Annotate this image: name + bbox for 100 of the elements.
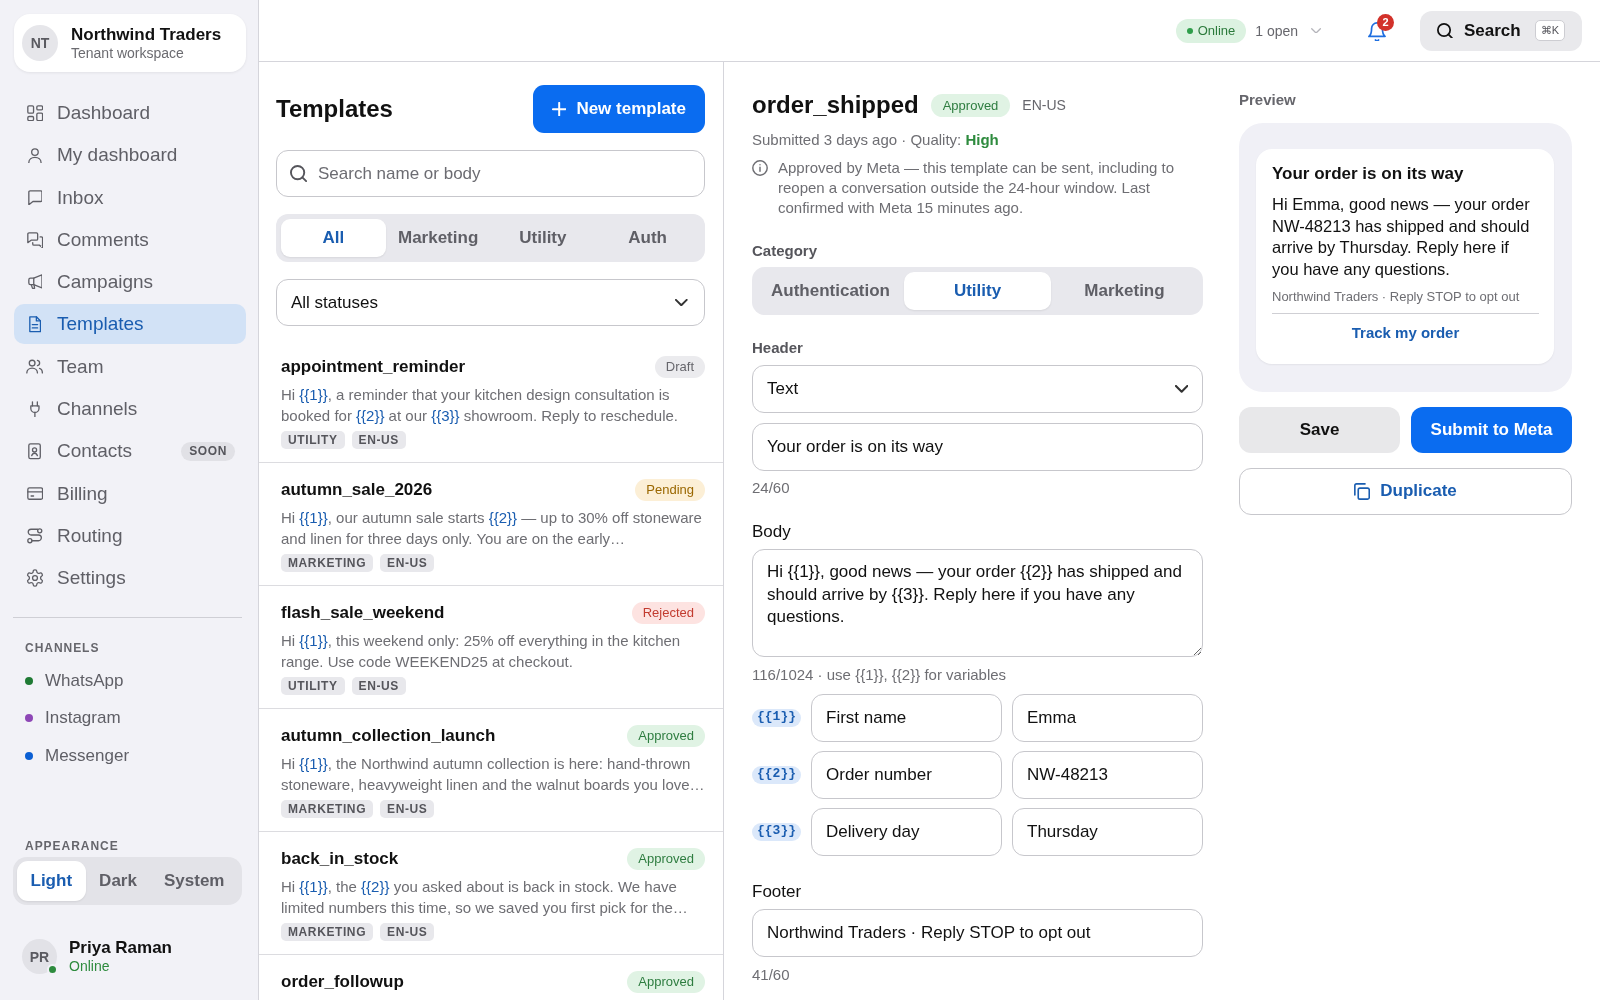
variable-name-input[interactable]: Delivery day [811,808,1002,856]
filter-tab[interactable]: All [281,219,386,257]
status-badge: Approved [930,93,1011,117]
field-label: Body [752,521,792,543]
info-icon [752,160,768,176]
character-count: 24/60 [752,478,791,498]
nav-item[interactable]: Contacts SOON [14,431,246,472]
template-search-field[interactable]: Search name or body [276,150,705,197]
header-text-input[interactable]: Your order is on its way [752,423,1203,471]
nav-item[interactable]: Team [14,346,246,387]
variable-name-input[interactable]: First name [811,694,1002,742]
template-body-text: Hi {{1}}, our autumn sale starts {{2}} — up to 30% off stoneware and linen for three days only. You are on the early… [281,508,703,549]
workspace-subtitle: Tenant workspace [71,44,185,62]
template-name: autumn_sale_2026 [281,480,433,500]
nav-item[interactable]: Settings [14,558,246,599]
channel-item[interactable]: Instagram [14,699,246,737]
nav-item[interactable]: Routing [14,515,246,556]
template-list-item[interactable]: flash_sale_weekend Rejected Hi {{1}}, this weekend only: 25% off everything in the kitchen range. Use code WEEKEND25 at checkout. UTILITY EN-US [259,586,723,709]
message-body: Hi Emma, good news — your order NW-48213 has shipped and should arrive by Thursday. Reply here if you have any questions. [1272,194,1531,281]
channel-item[interactable]: WhatsApp [14,661,246,700]
template-tag: UTILITY [281,431,345,449]
section-heading: APPEARANCE [24,838,120,854]
variable-sample-input[interactable]: NW-48213 [1012,751,1203,799]
workspace-avatar: NT [22,25,58,61]
template-list-item[interactable]: autumn_sale_2026 Pending Hi {{1}}, our autumn sale starts {{2}} — up to 30% off stoneware and linen for three days only. You are on the early… MARKETING EN-US [259,463,723,586]
template-body-text: Hi {{1}}, a reminder that your kitchen design consultation is booked for {{2}} at our {{3}} showroom. Reply to reschedule. [281,385,679,426]
template-tag: EN-US [351,677,406,695]
chevron-down-icon [1174,385,1188,393]
template-list-item[interactable]: order_followup Approved [259,955,723,1000]
category-option[interactable]: Marketing [1051,272,1198,310]
grid-icon [26,104,44,122]
category-option[interactable]: Utility [904,272,1051,310]
variable-sample-input[interactable]: Emma [1012,694,1203,742]
character-count: 41/60 [752,965,791,985]
theme-option[interactable]: Dark [85,861,151,901]
nav-item[interactable]: Dashboard [14,93,246,133]
message-footer: Northwind Traders · Reply STOP to opt out [1272,287,1539,306]
variable-token: {{1}} [752,709,801,727]
credit-card-icon [26,487,44,501]
nav-item[interactable]: My dashboard [14,135,246,176]
status-badge: Approved [627,725,705,747]
document-icon [28,316,42,333]
theme-option[interactable]: Light [17,861,86,901]
user-avatar: PR [22,939,57,974]
status-badge: Approved [627,971,705,993]
filter-tab[interactable]: Marketing [385,219,491,257]
chevron-down-icon [675,298,688,307]
template-tag: MARKETING [281,554,374,572]
template-tag: EN-US [380,800,435,818]
locale-label: EN-US [1022,97,1066,113]
variable-token: {{3}} [752,823,801,841]
body-hint-text: 116/1024 · use {{1}}, {{2}} for variables [752,665,1008,685]
channel-item[interactable]: Messenger [14,736,246,775]
template-name: appointment_reminder [281,357,466,377]
nav-item[interactable]: Campaigns [14,262,246,303]
nav-item[interactable]: Inbox [14,177,246,218]
template-name: back_in_stock [281,849,399,869]
new-template-button[interactable]: New template [533,85,705,133]
template-list-item[interactable]: back_in_stock Approved Hi {{1}}, the {{2}} you asked about is back in stock. We have limited numbers this time, so we saved you first pick for the… MARKETING EN-US [259,832,723,955]
header-type-select[interactable]: Text [752,365,1203,413]
template-body-text: Hi {{1}}, the Northwind autumn collection is here: hand-thrown stoneware, heavyweight linen and the walnut boards you love… [281,754,705,795]
variable-name-input[interactable]: Order number [811,751,1002,799]
notifications-button[interactable]: 2 [1368,14,1395,41]
nav-item[interactable]: Billing [14,473,246,514]
field-label: Header [752,338,804,358]
template-list-item[interactable]: appointment_reminder Draft Hi {{1}}, a reminder that your kitchen design consultation is booked for {{2}} at our {{3}} showroom. Reply to reschedule. UTILITY EN-US [259,340,723,463]
nav-item[interactable]: Channels [14,389,246,430]
open-conversations-button[interactable]: 1 open [1255,22,1322,39]
track-order-link[interactable]: Track my order [1351,322,1460,343]
variable-token: {{2}} [752,766,801,784]
template-tag: MARKETING [281,800,374,818]
preview-label: Preview [1239,90,1297,110]
template-tag: EN-US [380,554,435,572]
footer-text-input[interactable]: Northwind Traders · Reply STOP to opt out [752,909,1203,957]
megaphone-icon [27,274,43,290]
template-name: order_followup [281,972,404,992]
category-option[interactable]: Authentication [757,272,904,310]
variable-sample-input[interactable]: Thursday [1012,808,1203,856]
submit-button[interactable]: Submit to Meta [1411,406,1572,453]
search-button[interactable]: Search ⌘K [1420,10,1582,51]
template-tag: UTILITY [281,677,345,695]
contact-card-icon [28,443,42,460]
message-title: Your order is on its way [1272,163,1465,185]
theme-option[interactable]: System [150,861,238,901]
status-badge: Draft [654,356,705,378]
nav-item[interactable]: Comments [14,219,246,260]
save-button[interactable]: Save [1239,406,1400,453]
page-title: Templates [276,95,393,123]
people-icon [26,359,44,375]
filter-tab[interactable]: Auth [595,219,700,257]
nav-item[interactable]: Templates [14,304,246,345]
status-badge: Pending [635,479,705,501]
duplicate-button[interactable]: Duplicate [1239,467,1572,515]
filter-tab[interactable]: Utility [490,219,596,257]
notification-count: 2 [1377,14,1395,31]
template-title: order_shipped [752,91,919,119]
presence-label: Online [1197,23,1236,38]
body-textarea[interactable]: Hi {{1}}, good news — your order {{2}} has shipped and should arrive by {{3}}. Reply here if you have any questions. [752,549,1203,657]
status-filter-select[interactable]: All statuses [276,279,705,326]
template-list-item[interactable]: autumn_collection_launch Approved Hi {{1}}, the Northwind autumn collection is here: hand-thrown stoneware, heavyweight linen and the walnut boards you love… MARKETING EN-US [259,709,723,832]
